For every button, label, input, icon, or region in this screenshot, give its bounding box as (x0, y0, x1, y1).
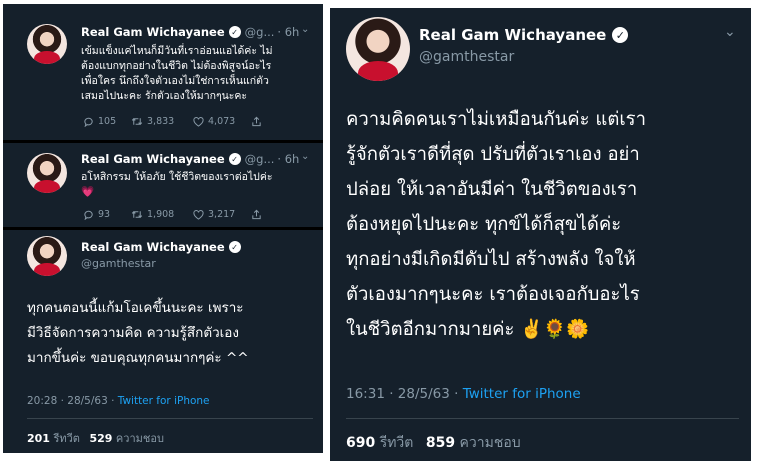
right-tweet-detail-panel[interactable]: Real Gam Wichayanee ✓ @gamthestar ⌄ ความ… (330, 8, 751, 461)
tweet-header: Real Gam Wichayanee ✓ @g... · 6h (81, 25, 299, 39)
source-link[interactable]: Twitter for iPhone (118, 395, 210, 407)
engagement-stats: 690 รีทวีต 859 ความชอบ (346, 432, 521, 454)
display-name[interactable]: Real Gam Wichayanee (81, 240, 225, 254)
tweet-line: 💗 (81, 186, 95, 198)
tweet-line: ปล่อย ให้เวลาอันมีค่า ในชีวิตของเรา (346, 179, 638, 200)
chevron-down-icon[interactable]: ⌄ (724, 24, 736, 40)
tweet-line: มากขึ้นค่ะ ขอบคุณทุกคนมากๆค่ะ ^^ (27, 350, 249, 366)
left-screenshot-panel: Real Gam Wichayanee ✓ @g... · 6h ⌄ เข้มแ… (3, 4, 323, 453)
retweets-stat[interactable]: 201 รีทวีต (27, 432, 80, 445)
share-button[interactable] (251, 116, 266, 127)
chevron-down-icon[interactable]: ⌄ (301, 24, 309, 35)
reply-button[interactable]: 105 (83, 116, 131, 127)
tweet-line: ต้องหยุดไปนะคะ ทุกข์ได้ก็สุขได้ค่ะ (346, 214, 622, 235)
display-name[interactable]: Real Gam Wichayanee (81, 25, 225, 39)
timestamp[interactable]: · 6h (277, 152, 299, 166)
handle[interactable]: @g... (245, 152, 275, 166)
handle[interactable]: @g... (245, 25, 275, 39)
tweet-line: รู้จักตัวเราดีที่สุด ปรับที่ตัวเราเอง อย… (346, 144, 640, 165)
tweet-line: เสมอไปนะคะ รักตัวเองให้มากๆนะคะ (81, 90, 248, 102)
engagement-stats: 201 รีทวีต 529 ความชอบ (27, 429, 164, 447)
tweet-line: เข้มแข็งแค่ไหนก็มีวันที่เราอ่อนแอได้ค่ะ … (81, 45, 273, 57)
tweet-text: เข้มแข็งแค่ไหนก็มีวันที่เราอ่อนแอได้ค่ะ … (81, 44, 317, 104)
verified-badge-icon: ✓ (228, 153, 241, 165)
retweet-icon (131, 117, 143, 126)
tweet-line: ทุกคนตอนนี้แก้มโอเคขึ้นนะคะ เพราะ (27, 300, 244, 316)
retweets-label: รีทวีต (53, 432, 80, 445)
tweet-meta: 16:31 · 28/5/63 · Twitter for iPhone (346, 386, 581, 402)
verified-badge-icon: ✓ (228, 26, 241, 38)
avatar[interactable] (27, 153, 67, 193)
likes-count: 859 (425, 435, 456, 451)
tweet-line: ทุกอย่างมีเกิดมีดับไป สร้างพลัง ใจให้ (346, 249, 636, 270)
likes-stat[interactable]: 529 ความชอบ (89, 432, 164, 445)
like-count: 4,073 (208, 116, 236, 127)
likes-count: 529 (89, 432, 113, 445)
retweet-icon (131, 210, 143, 219)
retweet-count: 1,908 (147, 209, 175, 220)
divider (346, 418, 739, 419)
heart-icon (193, 116, 204, 127)
tweet-detail-card[interactable]: Real Gam Wichayanee ✓ @gamthestar ทุกคนต… (3, 230, 323, 453)
retweets-count: 201 (27, 432, 50, 445)
chevron-down-icon[interactable]: ⌄ (301, 151, 309, 162)
verified-badge-icon: ✓ (612, 27, 629, 43)
tweet-actions: 105 3,833 4,073 (83, 116, 266, 127)
reply-icon (84, 210, 93, 220)
tweet-text: ความคิดคนเราไม่เหมือนกันค่ะ แต่เรา รู้จั… (346, 102, 746, 347)
tweet-line: ตัวเองมากๆนะคะ เราต้องเจอกับอะไร (346, 284, 640, 305)
heart-icon (193, 209, 204, 220)
retweet-count: 3,833 (147, 116, 175, 127)
tweet-text: ทุกคนตอนนี้แก้มโอเคขึ้นนะคะ เพราะ มีวิธี… (27, 296, 319, 371)
verified-badge-icon: ✓ (228, 241, 241, 253)
divider (27, 418, 313, 419)
retweet-button[interactable]: 3,833 (131, 116, 193, 127)
tweet-line: เพื่อใคร นึกถึงใจตัวเองไม่ใช่การเห็นแก่ต… (81, 75, 269, 87)
tweet-line: อโหสิกรรม ให้อภัย ใช้ชีวิตของเราต่อไปค่ะ (81, 171, 273, 183)
likes-stat[interactable]: 859 ความชอบ (426, 435, 521, 451)
tweet-meta: 20:28 · 28/5/63 · Twitter for iPhone (27, 395, 210, 407)
tweet-line: ในชีวิตอีกมากมายค่ะ ✌️🌻🌼 (346, 319, 590, 340)
retweets-label: รีทวีต (379, 435, 414, 451)
like-count: 3,217 (208, 209, 236, 220)
share-icon (252, 209, 261, 220)
tweet-header: Real Gam Wichayanee ✓ (419, 26, 629, 44)
source-link[interactable]: Twitter for iPhone (463, 386, 581, 402)
tweet-actions: 93 1,908 3,217 (83, 209, 266, 220)
tweet-text: อโหสิกรรม ให้อภัย ใช้ชีวิตของเราต่อไปค่ะ… (81, 170, 317, 200)
likes-label: ความชอบ (115, 432, 164, 445)
tweet-line: มีวิธีจัดการความคิด ความรู้สึกตัวเอง (27, 325, 239, 341)
tweet-line: ความคิดคนเราไม่เหมือนกันค่ะ แต่เรา (346, 109, 647, 130)
timestamp[interactable]: 16:31 · 28/5/63 · (346, 386, 463, 402)
like-button[interactable]: 4,073 (193, 116, 251, 127)
handle[interactable]: @gamthestar (419, 49, 514, 65)
tweet-header: Real Gam Wichayanee ✓ (81, 240, 241, 254)
tweet-line: ต้องแบกทุกอย่างในชีวิต ไม่ต้องพิสูจน์อะไ… (81, 60, 272, 72)
reply-count: 105 (98, 116, 117, 127)
tweet-header: Real Gam Wichayanee ✓ @g... · 6h (81, 152, 299, 166)
share-icon (252, 116, 261, 127)
retweet-button[interactable]: 1,908 (131, 209, 193, 220)
timestamp[interactable]: · 6h (277, 25, 299, 39)
avatar[interactable] (346, 17, 410, 81)
avatar[interactable] (27, 236, 67, 276)
timestamp[interactable]: 20:28 · 28/5/63 · (27, 395, 118, 407)
avatar[interactable] (27, 24, 67, 64)
display-name[interactable]: Real Gam Wichayanee (419, 26, 606, 44)
handle[interactable]: @gamthestar (81, 257, 156, 270)
share-button[interactable] (251, 209, 266, 220)
like-button[interactable]: 3,217 (193, 209, 251, 220)
tweet-card-1[interactable]: Real Gam Wichayanee ✓ @g... · 6h ⌄ เข้มแ… (3, 4, 323, 140)
reply-icon (84, 117, 93, 127)
reply-button[interactable]: 93 (83, 209, 131, 220)
reply-count: 93 (98, 209, 111, 220)
retweets-stat[interactable]: 690 รีทวีต (346, 435, 413, 451)
likes-label: ความชอบ (459, 435, 521, 451)
retweets-count: 690 (346, 435, 376, 451)
tweet-card-2[interactable]: Real Gam Wichayanee ✓ @g... · 6h ⌄ อโหสิ… (3, 143, 323, 227)
display-name[interactable]: Real Gam Wichayanee (81, 152, 225, 166)
